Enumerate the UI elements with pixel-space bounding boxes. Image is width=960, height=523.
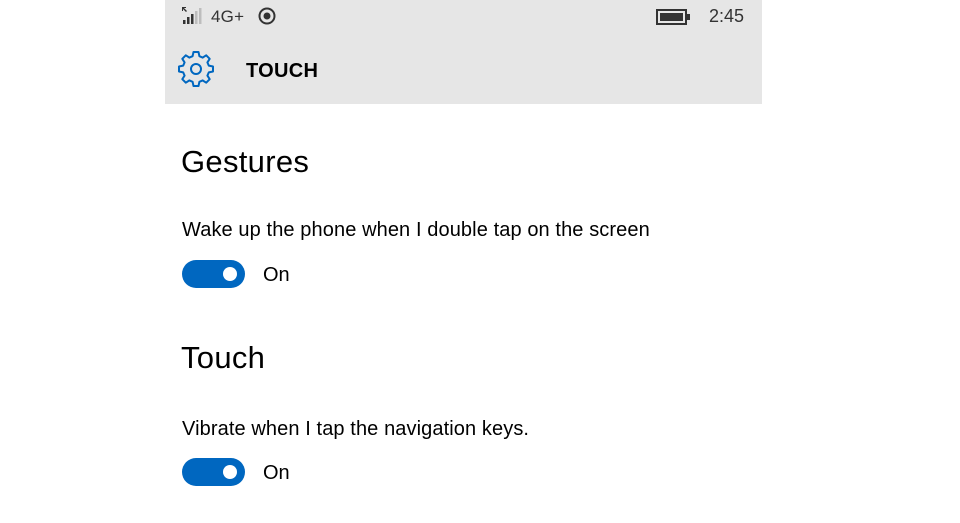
double-tap-wake-toggle[interactable]: [182, 260, 245, 288]
network-type: 4G+: [211, 7, 245, 26]
section-heading-gestures: Gestures: [181, 144, 310, 179]
section-heading-touch: Touch: [181, 340, 266, 375]
setting-label-double-tap-wake: Wake up the phone when I double tap on t…: [182, 219, 650, 241]
toggle-knob: [223, 267, 237, 281]
location-icon: [258, 7, 276, 25]
clock: 2:45: [709, 6, 745, 26]
double-tap-wake-state: On: [263, 264, 290, 286]
battery-icon: [656, 9, 690, 25]
vibrate-nav-keys-state: On: [263, 462, 290, 484]
page-title: TOUCH: [246, 60, 319, 82]
gear-icon: [178, 51, 214, 87]
toggle-knob: [223, 465, 237, 479]
status-bar: 4G+ 2:45: [165, 0, 762, 36]
vibrate-nav-keys-toggle[interactable]: [182, 458, 245, 486]
signal-icon: [182, 7, 202, 24]
setting-label-vibrate-nav-keys: Vibrate when I tap the navigation keys.: [182, 418, 530, 440]
header: 4G+ 2:45 TOUCH: [165, 0, 762, 104]
phone-screen: 4G+ 2:45 TOUCH Gestures Wake up the phon…: [165, 0, 762, 523]
